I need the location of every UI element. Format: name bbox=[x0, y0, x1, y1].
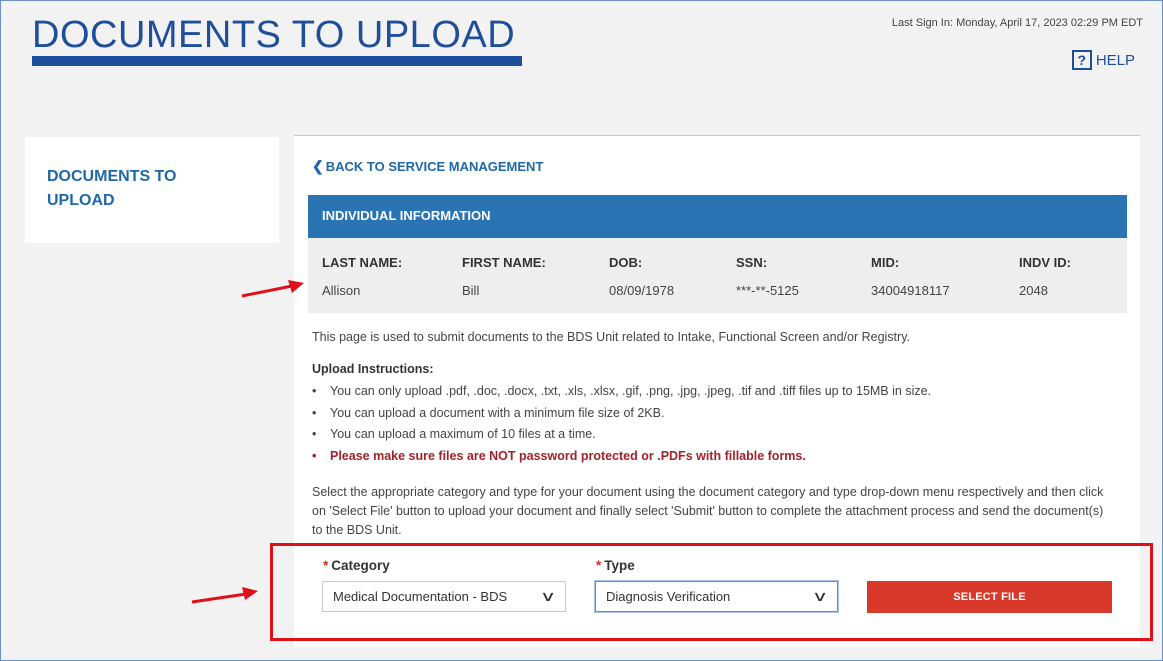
type-select[interactable]: Diagnosis Verification ∨ bbox=[595, 581, 838, 612]
info-label: SSN: bbox=[736, 255, 768, 270]
info-col-first-name: FIRST NAME: Bill bbox=[462, 255, 546, 298]
sidebar: DOCUMENTS TO UPLOAD bbox=[25, 137, 279, 243]
type-label: * Type bbox=[596, 558, 635, 573]
title-underline bbox=[32, 56, 522, 66]
list-item: • You can upload a maximum of 10 files at… bbox=[312, 424, 931, 446]
list-item-warning: • Please make sure files are NOT password… bbox=[312, 446, 931, 468]
required-marker: * bbox=[323, 558, 329, 573]
info-col-indv-id: INDV ID: 2048 bbox=[1019, 255, 1071, 298]
help-button[interactable]: ? HELP bbox=[1071, 50, 1135, 70]
chevron-left-icon: ❮ bbox=[312, 158, 324, 174]
category-select[interactable]: Medical Documentation - BDS ∨ bbox=[322, 581, 566, 612]
upload-instructions-list: • You can only upload .pdf, .doc, .docx, … bbox=[312, 381, 931, 467]
individual-information-table: LAST NAME: Allison FIRST NAME: Bill DOB:… bbox=[308, 238, 1127, 313]
category-selected-value: Medical Documentation - BDS bbox=[333, 589, 508, 604]
intro-text: This page is used to submit documents to… bbox=[312, 330, 910, 344]
last-sign-in: Last Sign In: Monday, April 17, 2023 02:… bbox=[891, 17, 1143, 29]
annotation-arrow-icon bbox=[241, 280, 304, 298]
info-label: MID: bbox=[871, 255, 900, 270]
chevron-down-icon: ∨ bbox=[811, 588, 829, 604]
info-value: Allison bbox=[322, 283, 361, 298]
instruction-text: You can upload a document with a minimum… bbox=[330, 405, 665, 420]
instruction-text: Please make sure files are NOT password … bbox=[330, 448, 806, 463]
help-label: HELP bbox=[1095, 51, 1135, 69]
info-value: 34004918117 bbox=[871, 283, 950, 298]
info-value: Bill bbox=[462, 283, 480, 298]
info-label: FIRST NAME: bbox=[462, 255, 546, 270]
info-label: INDV ID: bbox=[1019, 255, 1071, 270]
category-label: * Category bbox=[323, 558, 390, 573]
annotation-arrow-icon bbox=[191, 587, 258, 604]
page-title: DOCUMENTS TO UPLOAD bbox=[32, 14, 516, 56]
instruction-text: You can only upload .pdf, .doc, .docx, .… bbox=[330, 384, 932, 398]
info-col-dob: DOB: 08/09/1978 bbox=[609, 255, 674, 298]
info-label: DOB: bbox=[609, 255, 643, 270]
list-item: • You can upload a document with a minimu… bbox=[312, 403, 931, 425]
upload-instructions-title: Upload Instructions: bbox=[312, 362, 434, 376]
info-col-ssn: SSN: ***-**-5125 bbox=[736, 255, 799, 298]
type-selected-value: Diagnosis Verification bbox=[606, 589, 731, 604]
category-label-text: Category bbox=[331, 558, 390, 573]
chevron-down-icon: ∨ bbox=[539, 588, 557, 604]
select-file-button[interactable]: SELECT FILE bbox=[867, 581, 1112, 613]
individual-information-header: INDIVIDUAL INFORMATION bbox=[308, 195, 1127, 238]
info-value: 2048 bbox=[1019, 283, 1048, 298]
select-instructions-text: Select the appropriate category and type… bbox=[312, 485, 1104, 537]
type-label-text: Type bbox=[604, 558, 635, 573]
info-label: LAST NAME: bbox=[322, 255, 403, 270]
required-marker: * bbox=[596, 558, 602, 573]
question-mark-icon: ? bbox=[1071, 50, 1092, 70]
instruction-text: You can upload a maximum of 10 files at … bbox=[330, 427, 596, 441]
info-value: 08/09/1978 bbox=[609, 283, 675, 298]
back-to-service-management-link[interactable]: ❮ BACK TO SERVICE MANAGEMENT bbox=[312, 158, 543, 175]
info-col-last-name: LAST NAME: Allison bbox=[322, 255, 402, 298]
back-link-label: BACK TO SERVICE MANAGEMENT bbox=[325, 159, 544, 174]
info-value: ***-**-5125 bbox=[736, 283, 799, 298]
list-item: • You can only upload .pdf, .doc, .docx, … bbox=[312, 381, 931, 403]
info-col-mid: MID: 34004918117 bbox=[871, 255, 950, 298]
sidebar-item-documents-to-upload[interactable]: DOCUMENTS TO UPLOAD bbox=[47, 165, 197, 213]
